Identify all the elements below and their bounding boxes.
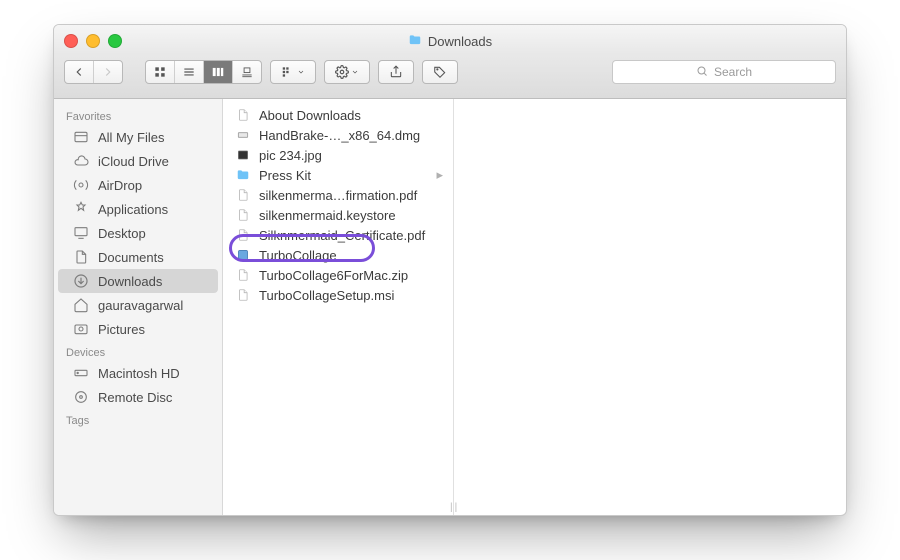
app-icon [235,247,251,263]
sidebar-item-label: Downloads [98,274,162,289]
tags-button[interactable] [422,60,458,84]
view-mode-switch [145,60,262,84]
document-icon [235,287,251,303]
search-field[interactable]: Search [612,60,836,84]
file-item[interactable]: HandBrake-…_x86_64.dmg [223,125,453,145]
file-item[interactable]: TurboCollage6ForMac.zip [223,265,453,285]
downloads-icon [72,272,90,290]
file-label: pic 234.jpg [259,148,443,163]
file-label: About Downloads [259,108,443,123]
file-item-turbocollage[interactable]: TurboCollage [223,245,453,265]
folder-icon [235,167,251,183]
arrange-button[interactable] [270,60,316,84]
sidebar: Favorites All My Files iCloud Drive AirD… [54,99,223,516]
sidebar-item-remote-disc[interactable]: Remote Disc [58,385,218,409]
zoom-window-button[interactable] [108,34,122,48]
sidebar-item-label: Documents [98,250,164,265]
folder-item[interactable]: Press Kit ▸ [223,165,453,185]
dmg-icon [235,127,251,143]
search-icon [696,65,708,80]
window-title: Downloads [54,33,846,50]
file-item[interactable]: silkenmerma…firmation.pdf [223,185,453,205]
file-label: Silknmermaid_Certificate.pdf [259,228,443,243]
sidebar-item-label: Pictures [98,322,145,337]
sidebar-item-label: Macintosh HD [98,366,180,381]
coverflow-view-button[interactable] [233,61,261,83]
preview-column [454,99,846,516]
file-item[interactable]: pic 234.jpg [223,145,453,165]
image-icon [235,147,251,163]
finder-window: Downloads Sear [53,24,847,516]
sidebar-item-label: AirDrop [98,178,142,193]
sidebar-item-applications[interactable]: Applications [58,197,218,221]
file-label: TurboCollage [259,248,443,263]
pictures-icon [72,320,90,338]
action-button[interactable] [324,60,370,84]
file-item[interactable]: Silknmermaid_Certificate.pdf [223,225,453,245]
search-placeholder: Search [714,65,752,79]
share-button[interactable] [378,60,414,84]
sidebar-item-label: gauravagarwal [98,298,183,313]
sidebar-item-downloads[interactable]: Downloads [58,269,218,293]
desktop-icon [72,224,90,242]
toolbar: Search [54,52,846,99]
file-label: Press Kit [259,168,428,183]
hdd-icon [72,364,90,382]
document-icon [235,267,251,283]
document-icon [235,227,251,243]
minimize-window-button[interactable] [86,34,100,48]
document-icon [235,207,251,223]
sidebar-item-label: Remote Disc [98,390,172,405]
close-window-button[interactable] [64,34,78,48]
column-resize-handle[interactable]: || [450,502,459,513]
folder-icon [408,33,422,50]
sidebar-item-desktop[interactable]: Desktop [58,221,218,245]
sidebar-item-airdrop[interactable]: AirDrop [58,173,218,197]
file-column: About Downloads HandBrake-…_x86_64.dmg p… [223,99,454,516]
sidebar-item-all-my-files[interactable]: All My Files [58,125,218,149]
forward-button[interactable] [94,61,122,83]
titlebar: Downloads [54,25,846,52]
file-item[interactable]: About Downloads [223,105,453,125]
file-label: silkenmermaid.keystore [259,208,443,223]
list-view-button[interactable] [175,61,204,83]
sidebar-section-header: Tags [54,409,222,429]
sidebar-item-label: iCloud Drive [98,154,169,169]
sidebar-item-pictures[interactable]: Pictures [58,317,218,341]
sidebar-section-header: Devices [54,341,222,361]
sidebar-item-home[interactable]: gauravagarwal [58,293,218,317]
sidebar-item-label: Desktop [98,226,146,241]
back-button[interactable] [65,61,94,83]
document-icon [235,187,251,203]
applications-icon [72,200,90,218]
column-view-button[interactable] [204,61,233,83]
disc-icon [72,388,90,406]
sidebar-section-header: Favorites [54,105,222,125]
sidebar-item-label: All My Files [98,130,164,145]
file-label: TurboCollageSetup.msi [259,288,443,303]
home-icon [72,296,90,314]
chevron-right-icon: ▸ [436,167,443,183]
document-icon [235,107,251,123]
window-title-text: Downloads [428,34,492,49]
airdrop-icon [72,176,90,194]
sidebar-item-label: Applications [98,202,168,217]
file-label: HandBrake-…_x86_64.dmg [259,128,443,143]
cloud-icon [72,152,90,170]
file-item[interactable]: TurboCollageSetup.msi [223,285,453,305]
sidebar-item-icloud-drive[interactable]: iCloud Drive [58,149,218,173]
sidebar-item-macintosh-hd[interactable]: Macintosh HD [58,361,218,385]
file-label: TurboCollage6ForMac.zip [259,268,443,283]
window-controls [64,34,122,48]
content-area: Favorites All My Files iCloud Drive AirD… [54,99,846,516]
sidebar-item-documents[interactable]: Documents [58,245,218,269]
nav-buttons [64,60,123,84]
documents-icon [72,248,90,266]
file-item[interactable]: silkenmermaid.keystore [223,205,453,225]
file-label: silkenmerma…firmation.pdf [259,188,443,203]
icon-view-button[interactable] [146,61,175,83]
all-my-files-icon [72,128,90,146]
